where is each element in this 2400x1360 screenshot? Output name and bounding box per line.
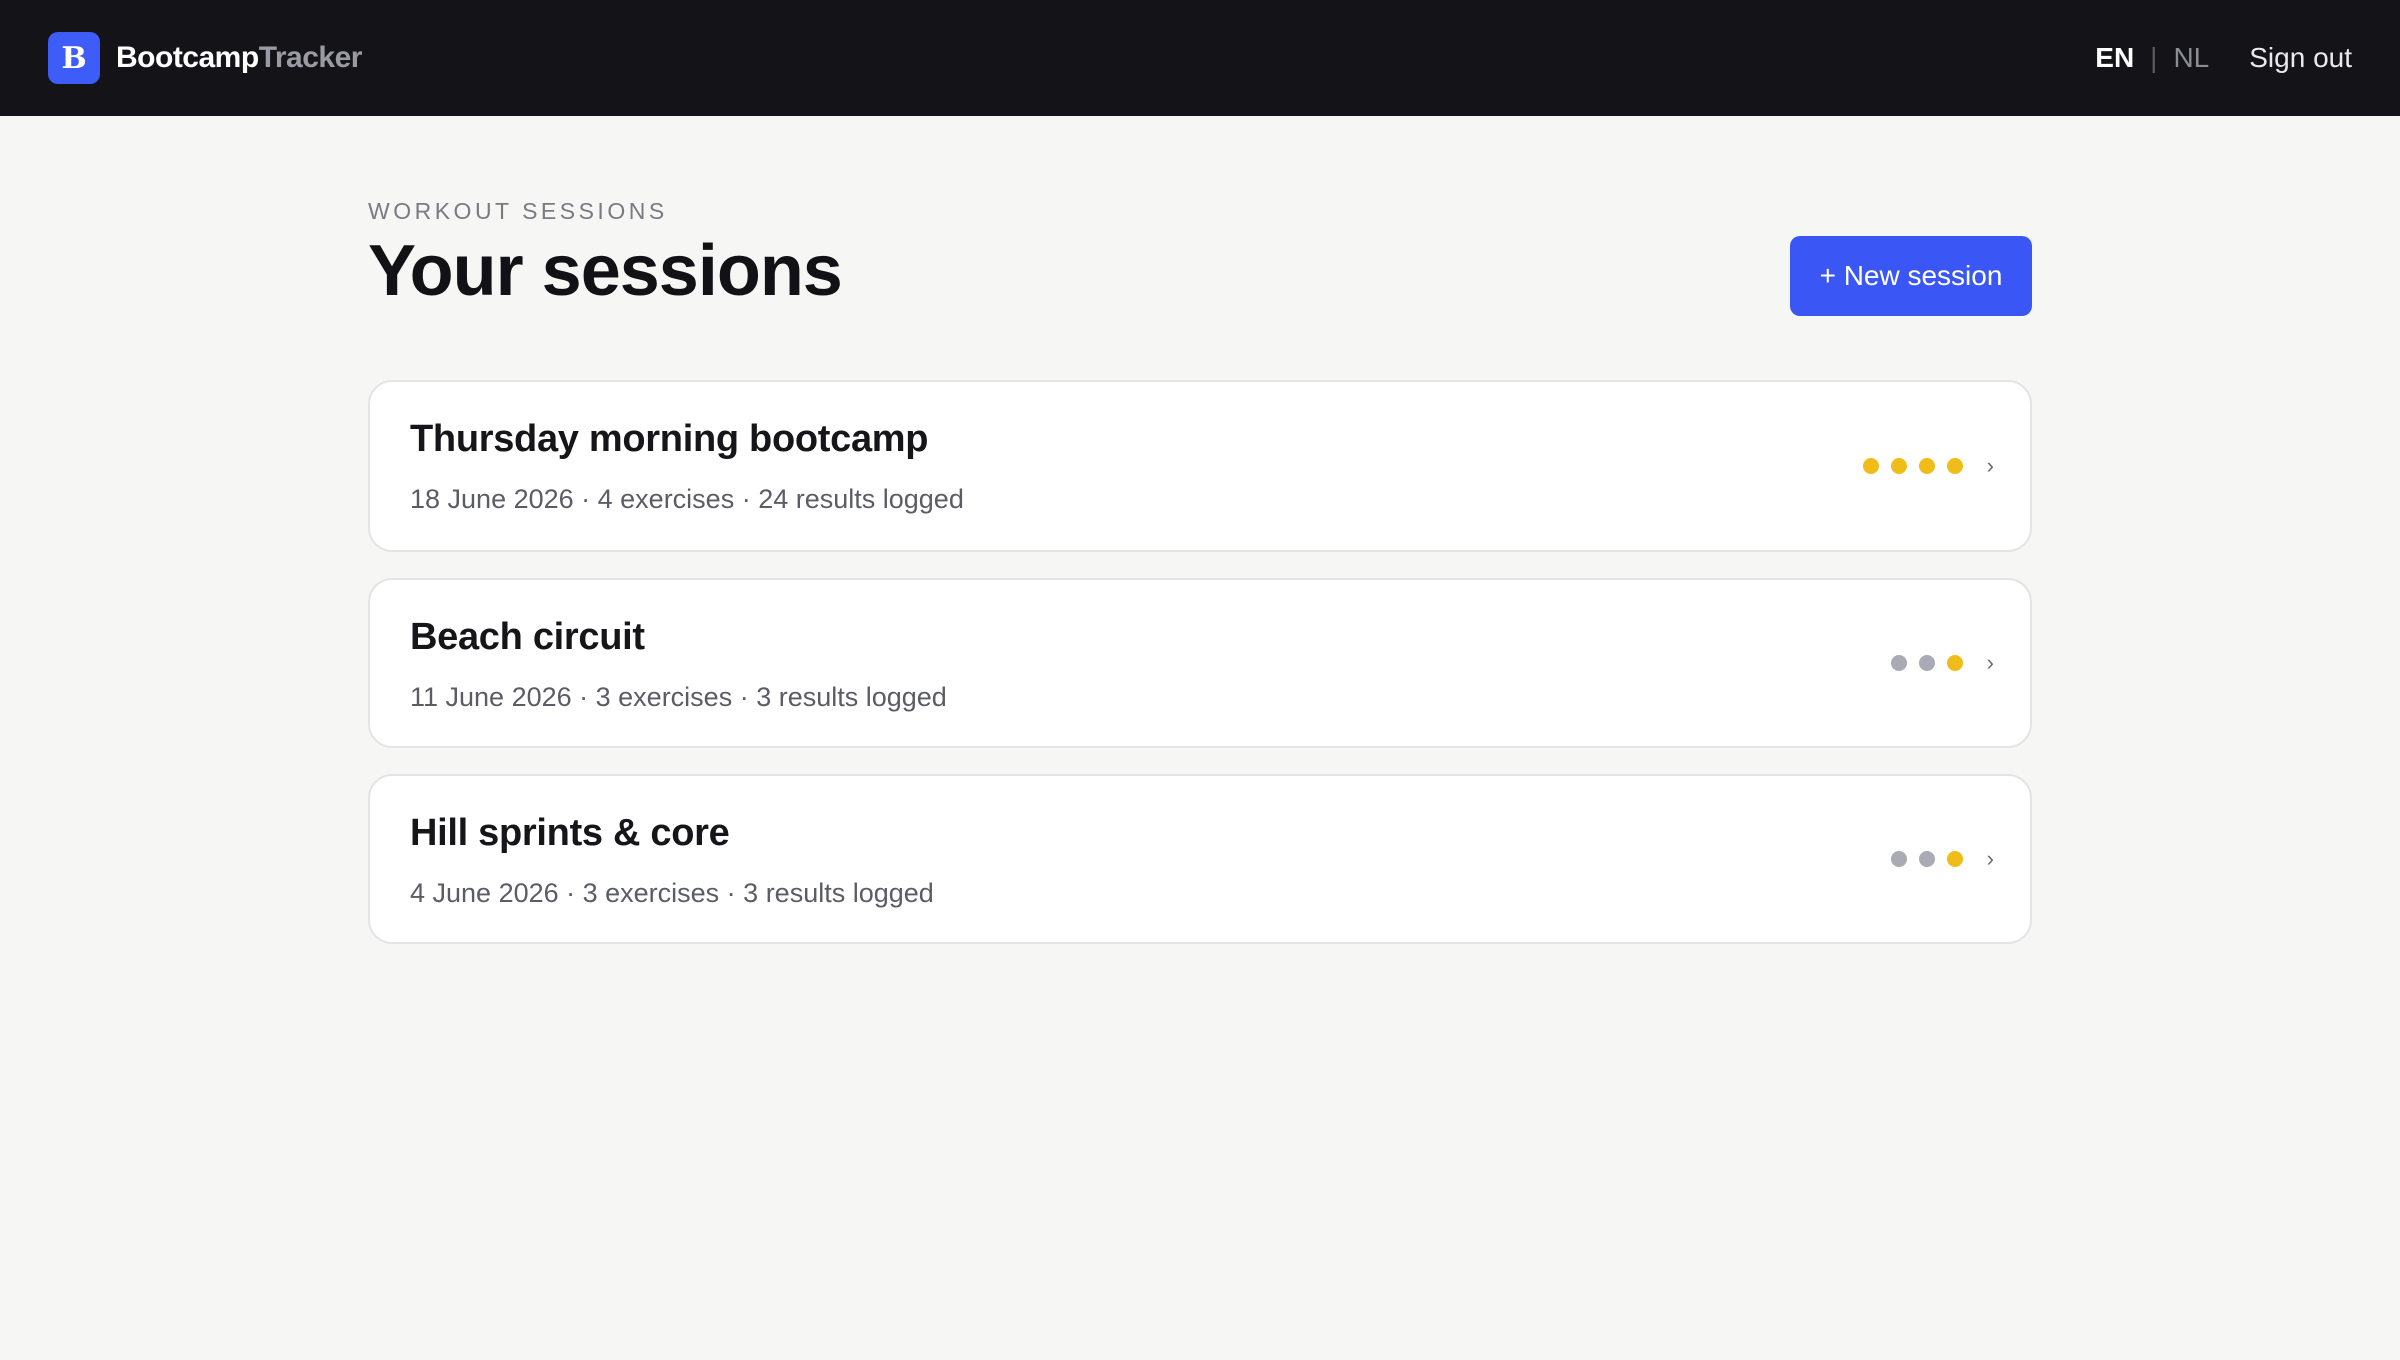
session-card[interactable]: Hill sprints & core 4 June 2026 · 3 exer… [368, 774, 2032, 944]
rating-dot [1946, 655, 1963, 671]
session-card[interactable]: Beach circuit 11 June 2026 · 3 exercises… [368, 578, 2032, 748]
rating-dot [1890, 458, 1907, 474]
session-meta: 11 June 2026 · 3 exercises · 3 results l… [410, 682, 947, 712]
rating-dot [1946, 458, 1963, 474]
rating-dots [1890, 655, 1963, 671]
rating-dot [1918, 851, 1935, 867]
new-session-button[interactable]: + New session [1790, 236, 2032, 316]
session-title: Thursday morning bootcamp [410, 418, 929, 460]
brand-logo-icon: B [48, 32, 100, 84]
session-card[interactable]: Thursday morning bootcamp 18 June 2026 ·… [368, 380, 2032, 552]
chevron-right-icon: › [1986, 846, 1994, 871]
session-list: Thursday morning bootcamp 18 June 2026 ·… [368, 380, 2032, 944]
session-title: Beach circuit [410, 616, 645, 658]
sign-out-link[interactable]: Sign out [2249, 42, 2352, 74]
chevron-right-icon: › [1986, 650, 1994, 675]
lang-en-link[interactable]: EN [2095, 42, 2134, 74]
top-nav: EN | NL Sign out [2095, 42, 2352, 74]
brand-name-part1: Bootcamp [116, 41, 259, 74]
page-eyebrow: WORKOUT SESSIONS [368, 198, 668, 224]
chevron-right-icon: › [1986, 453, 1994, 478]
session-title: Hill sprints & core [410, 812, 730, 854]
lang-nl-link[interactable]: NL [2173, 42, 2209, 74]
brand[interactable]: B BootcampTracker [48, 32, 362, 84]
brand-name-part2: Tracker [258, 41, 363, 74]
brand-name: BootcampTracker [116, 41, 362, 75]
rating-dot [1946, 851, 1963, 867]
top-navbar: B BootcampTracker EN | NL Sign out [0, 0, 2400, 116]
main-content: WORKOUT SESSIONS Your sessions + New ses… [368, 116, 2032, 944]
session-status: › [1862, 453, 1994, 478]
rating-dot [1918, 655, 1935, 671]
rating-dot [1890, 655, 1907, 671]
rating-dot [1862, 458, 1879, 474]
session-status: › [1890, 846, 1994, 871]
session-status: › [1890, 650, 1994, 675]
rating-dots [1862, 458, 1963, 474]
lang-separator: | [2150, 42, 2158, 73]
page-title: Your sessions [368, 231, 843, 311]
page-header: WORKOUT SESSIONS Your sessions + New ses… [368, 116, 2032, 380]
rating-dot [1890, 851, 1907, 867]
session-meta: 18 June 2026 · 4 exercises · 24 results … [410, 484, 964, 514]
session-meta: 4 June 2026 · 3 exercises · 3 results lo… [410, 878, 934, 908]
rating-dot [1918, 458, 1935, 474]
rating-dots [1890, 851, 1963, 867]
